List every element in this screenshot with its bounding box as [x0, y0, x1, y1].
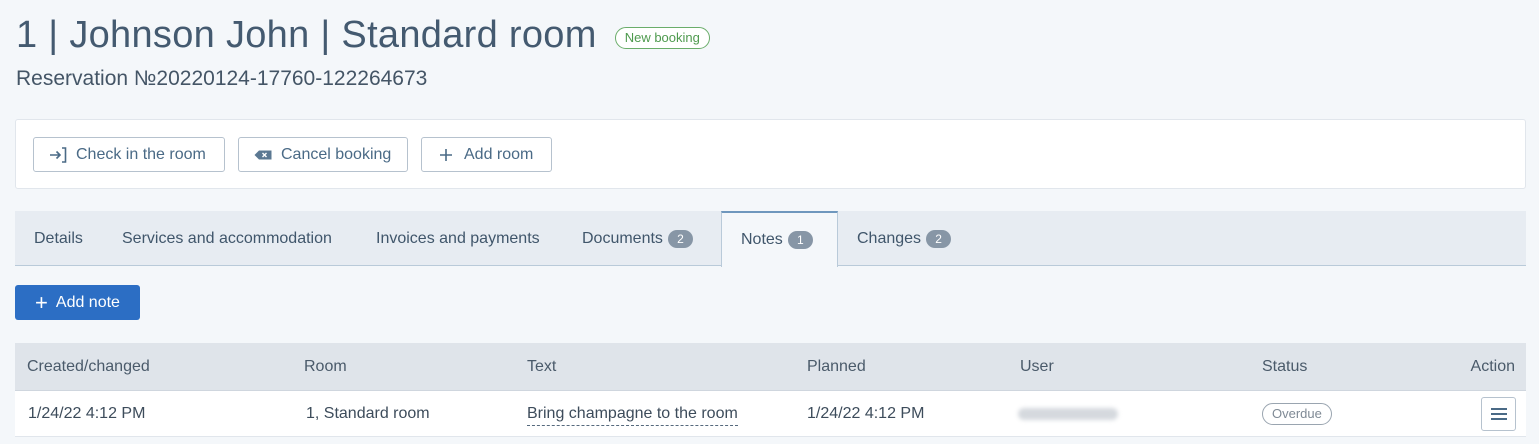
tab-details[interactable]: Details	[15, 211, 102, 266]
tab-label: Notes	[741, 231, 783, 248]
booking-status-badge: New booking	[614, 26, 710, 49]
tab-label: Invoices and payments	[376, 229, 540, 247]
check-in-button[interactable]: Check in the room	[33, 137, 225, 172]
tab-changes[interactable]: Changes 2	[838, 211, 970, 266]
cell-status: Overdue	[1262, 391, 1332, 437]
reservation-number: Reservation №20220124-17760-122264673	[16, 67, 428, 90]
add-note-button[interactable]: + Add note	[15, 285, 140, 320]
cancel-booking-button[interactable]: Cancel booking	[238, 137, 408, 172]
plus-icon	[436, 145, 456, 165]
tab-bar: Details Services and accommodation Invoi…	[15, 211, 1526, 267]
cell-text: Bring champagne to the room	[527, 391, 738, 437]
tab-notes[interactable]: Notes 1	[721, 211, 838, 267]
count-badge: 1	[787, 231, 813, 249]
plus-icon: +	[35, 289, 48, 315]
column-header-action: Action	[1470, 358, 1515, 375]
count-badge: 2	[667, 229, 693, 248]
tab-documents[interactable]: Documents 2	[563, 211, 712, 266]
cell-user	[1018, 391, 1118, 439]
actions-panel: Check in the room Cancel booking Add roo…	[15, 119, 1526, 189]
note-text-link[interactable]: Bring champagne to the room	[527, 404, 738, 426]
page-header: 1 | Johnson John | Standard room New boo…	[16, 14, 710, 91]
column-header-planned[interactable]: Planned	[807, 343, 866, 391]
cell-planned: 1/24/22 4:12 PM	[807, 405, 925, 422]
count-badge: 2	[926, 229, 952, 248]
tab-label: Documents	[582, 229, 663, 247]
backspace-icon	[253, 145, 273, 165]
tab-invoices[interactable]: Invoices and payments	[357, 211, 559, 266]
cell-created: 1/24/22 4:12 PM	[28, 405, 146, 422]
check-in-label: Check in the room	[76, 145, 206, 163]
add-room-label: Add room	[464, 145, 534, 163]
tab-label: Changes	[857, 229, 922, 247]
column-header-created[interactable]: Created/changed	[27, 343, 150, 391]
column-header-room[interactable]: Room	[304, 343, 347, 391]
title-row: 1 | Johnson John | Standard room New boo…	[16, 14, 710, 57]
column-header-user[interactable]: User	[1020, 343, 1054, 391]
page-title: 1 | Johnson John | Standard room	[16, 14, 597, 56]
table-row[interactable]: 1/24/22 4:12 PM 1, Standard room Bring c…	[15, 391, 1526, 437]
add-note-label: Add note	[55, 293, 120, 311]
tab-label: Services and accommodation	[122, 229, 332, 247]
tab-services[interactable]: Services and accommodation	[103, 211, 351, 266]
blurred-user-name	[1018, 408, 1118, 420]
column-header-text[interactable]: Text	[527, 343, 556, 391]
table-header: Created/changed Room Text Planned User S…	[15, 343, 1526, 391]
login-arrow-icon	[48, 145, 68, 165]
status-badge: Overdue	[1262, 403, 1332, 425]
menu-icon	[1490, 408, 1507, 420]
row-action-button[interactable]	[1481, 397, 1516, 431]
cancel-booking-label: Cancel booking	[281, 145, 392, 163]
cell-room: 1, Standard room	[306, 405, 430, 422]
tab-label: Details	[34, 229, 83, 247]
notes-table: Created/changed Room Text Planned User S…	[15, 343, 1526, 437]
add-room-button[interactable]: Add room	[421, 137, 552, 172]
column-header-status[interactable]: Status	[1262, 343, 1307, 391]
